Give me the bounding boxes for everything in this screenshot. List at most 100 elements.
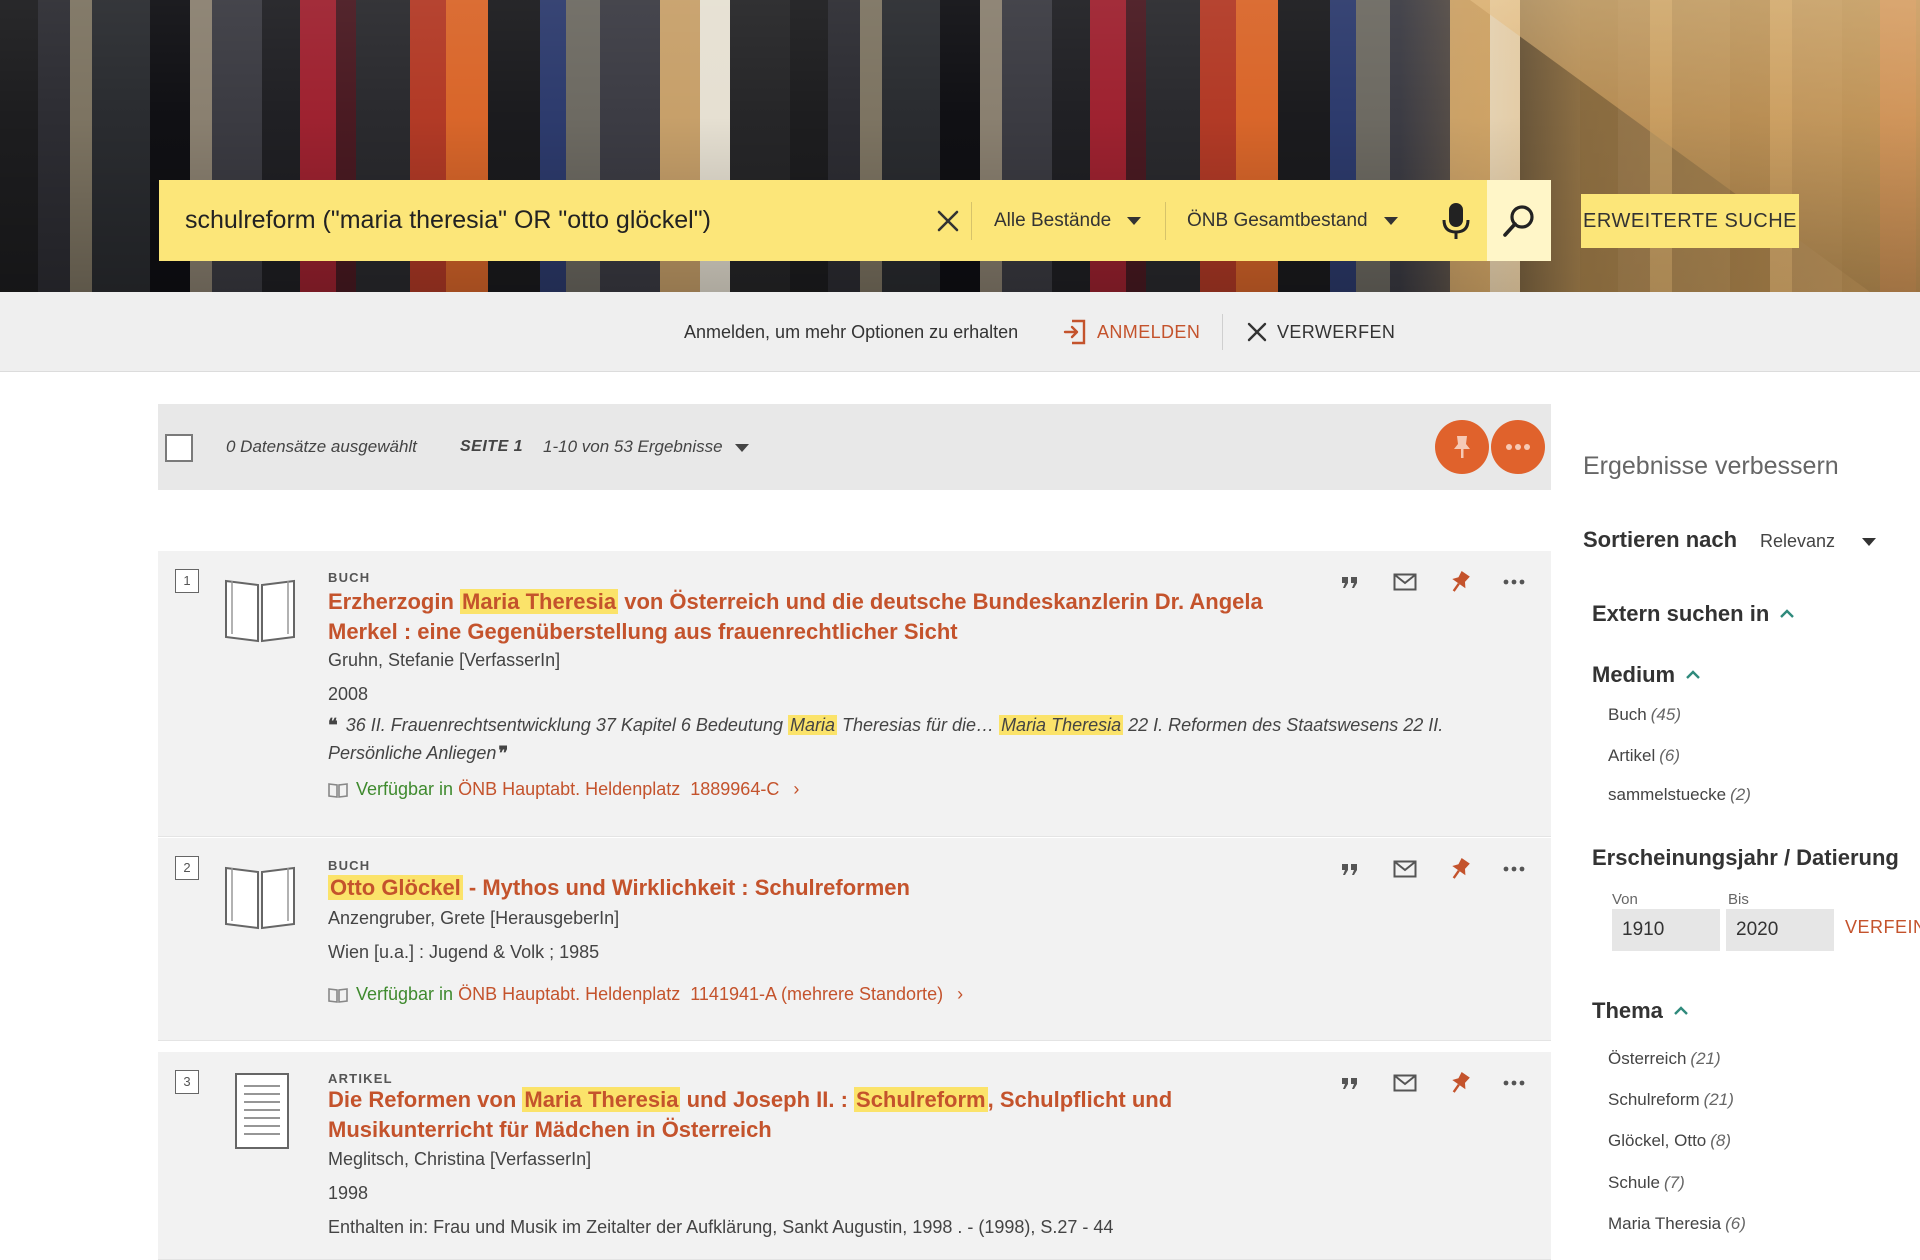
- search-icon: [1503, 204, 1534, 237]
- facet-item-count: (8): [1710, 1131, 1732, 1150]
- more-icon: [1503, 866, 1525, 872]
- more-actions-button[interactable]: [1491, 420, 1545, 474]
- library-icon: [328, 782, 348, 798]
- email-button[interactable]: [1388, 852, 1422, 886]
- facet-item-gloeckel[interactable]: Glöckel, Otto (8): [1608, 1131, 1731, 1151]
- result-number[interactable]: 2: [175, 856, 199, 880]
- search-input[interactable]: schulreform ("maria theresia" OR "otto g…: [185, 180, 885, 261]
- book-icon: [224, 571, 296, 648]
- cite-button[interactable]: [1333, 1066, 1367, 1100]
- microphone-icon: [1442, 203, 1470, 239]
- facet-item-oesterreich[interactable]: Österreich (21): [1608, 1049, 1721, 1069]
- year-to-label: Bis: [1728, 891, 1749, 908]
- facet-years[interactable]: Erscheinungsjahr / Datierung: [1592, 845, 1899, 871]
- record-more-button[interactable]: [1497, 852, 1531, 886]
- more-icon: [1503, 579, 1525, 585]
- result-number[interactable]: 3: [175, 1070, 199, 1094]
- chevron-right-icon: ›: [793, 779, 800, 799]
- facet-item-schule[interactable]: Schule (7): [1608, 1173, 1685, 1193]
- result-year: 2008: [328, 684, 369, 704]
- voice-search-button[interactable]: [1434, 198, 1478, 244]
- scope-select-holdings[interactable]: ÖNB Gesamtbestand: [1187, 180, 1398, 261]
- facet-item-label: Artikel: [1608, 746, 1656, 765]
- close-icon: [1247, 322, 1267, 342]
- facet-item-count: (2): [1730, 785, 1751, 804]
- year-to-input[interactable]: 2020: [1726, 909, 1834, 951]
- email-button[interactable]: [1388, 565, 1422, 599]
- facet-item-maria-theresia[interactable]: Maria Theresia (6): [1608, 1214, 1746, 1234]
- chevron-up-icon: [1780, 609, 1795, 618]
- pin-icon: [1452, 1071, 1470, 1093]
- login-separator: [1222, 314, 1223, 350]
- caret-down-icon: [1127, 216, 1142, 225]
- results-toolbar: 0 Datensätze ausgewählt SEITE 1 1-10 von…: [158, 404, 1551, 490]
- title-text: und Joseph II. :: [680, 1087, 855, 1112]
- facet-item-label: Österreich: [1608, 1049, 1687, 1068]
- result-title[interactable]: Die Reformen von Maria Theresia und Jose…: [328, 1085, 1288, 1145]
- result-number[interactable]: 1: [175, 569, 199, 593]
- pin-selected-button[interactable]: [1435, 420, 1489, 474]
- snippet-highlight: Maria Theresia: [999, 715, 1124, 735]
- title-highlight: Otto Glöckel: [328, 875, 463, 900]
- email-button[interactable]: [1388, 1066, 1422, 1100]
- refine-years-button[interactable]: VERFEINERN: [1845, 917, 1920, 938]
- title-text: Erzherzogin: [328, 589, 461, 614]
- result-type: BUCH: [328, 570, 371, 585]
- record-more-button[interactable]: [1497, 1066, 1531, 1100]
- result-title[interactable]: Erzherzogin Maria Theresia von Österreic…: [328, 587, 1288, 647]
- chevron-up-icon: [1674, 1006, 1688, 1015]
- result-author: Gruhn, Stefanie [VerfasserIn]: [328, 650, 561, 670]
- facet-extern-label: Extern suchen in: [1592, 601, 1770, 626]
- result-publisher: Wien [u.a.] : Jugend & Volk ; 1985: [328, 942, 600, 962]
- advanced-search-button[interactable]: ERWEITERTE SUCHE: [1581, 194, 1799, 248]
- cite-button[interactable]: [1333, 565, 1367, 599]
- pin-record-button[interactable]: [1443, 852, 1477, 886]
- search-button[interactable]: [1487, 180, 1551, 261]
- email-icon: [1393, 573, 1417, 591]
- quote-open-icon: ❝: [328, 715, 338, 735]
- facet-item-count: (21): [1703, 1090, 1734, 1109]
- facet-item-buch[interactable]: Buch (45): [1608, 705, 1681, 725]
- sort-label: Sortieren nach: [1583, 527, 1738, 552]
- facet-item-artikel[interactable]: Artikel (6): [1608, 746, 1680, 766]
- page-indicator: SEITE 1: [460, 438, 524, 455]
- result-item: 3 ARTIKEL Die Reformen von Maria Theresi…: [158, 1052, 1551, 1260]
- title-highlight: Maria Theresia: [460, 589, 619, 614]
- quote-close-icon: ❞: [498, 743, 509, 763]
- facet-extern[interactable]: Extern suchen in: [1592, 601, 1795, 627]
- pin-record-button[interactable]: [1443, 565, 1477, 599]
- facet-medium[interactable]: Medium: [1592, 662, 1701, 688]
- cite-button[interactable]: [1333, 852, 1367, 886]
- clear-search-button[interactable]: [927, 200, 969, 242]
- facet-item-sammelstuecke[interactable]: sammelstuecke (2): [1608, 785, 1751, 805]
- result-type: ARTIKEL: [328, 1071, 393, 1086]
- pin-record-button[interactable]: [1443, 1066, 1477, 1100]
- result-snippet: ❝ 36 II. Frauenrechtsentwicklung 37 Kapit…: [328, 711, 1458, 767]
- clear-icon: [937, 210, 959, 232]
- cite-icon: [1342, 1078, 1357, 1089]
- sidebar-heading: Ergebnisse verbessern: [1583, 452, 1839, 480]
- book-icon: [224, 858, 296, 935]
- facet-thema[interactable]: Thema: [1592, 998, 1689, 1024]
- scope-select-collection[interactable]: Alle Bestände: [994, 180, 1142, 261]
- result-title[interactable]: Otto Glöckel - Mythos und Wirklichkeit :…: [328, 873, 1288, 903]
- facet-item-count: (7): [1663, 1173, 1685, 1192]
- availability-link[interactable]: Verfügbar in ÖNB Hauptabt. Heldenplatz 1…: [328, 779, 799, 800]
- dismiss-button[interactable]: VERWERFEN: [1247, 292, 1395, 372]
- selected-count: 0 Datensätze ausgewählt: [226, 437, 417, 456]
- availability-callnumber: 1889964-C: [690, 779, 780, 799]
- more-icon: [1506, 444, 1530, 450]
- availability-link[interactable]: Verfügbar in ÖNB Hauptabt. Heldenplatz 1…: [328, 984, 963, 1005]
- snippet-text: Theresias für die…: [837, 715, 1000, 735]
- availability-status: Verfügbar in: [356, 779, 454, 799]
- library-icon: [328, 987, 348, 1003]
- facet-item-label: Buch: [1608, 705, 1647, 724]
- facet-item-schulreform[interactable]: Schulreform (21): [1608, 1090, 1734, 1110]
- sort-select[interactable]: Relevanz: [1760, 531, 1835, 552]
- record-more-button[interactable]: [1497, 565, 1531, 599]
- year-from-input[interactable]: 1910: [1612, 909, 1720, 951]
- login-button[interactable]: ANMELDEN: [1063, 292, 1200, 372]
- results-range-select[interactable]: 1-10 von 53 Ergebnisse: [543, 404, 749, 490]
- select-all-checkbox[interactable]: [165, 434, 193, 462]
- facet-medium-label: Medium: [1592, 662, 1676, 687]
